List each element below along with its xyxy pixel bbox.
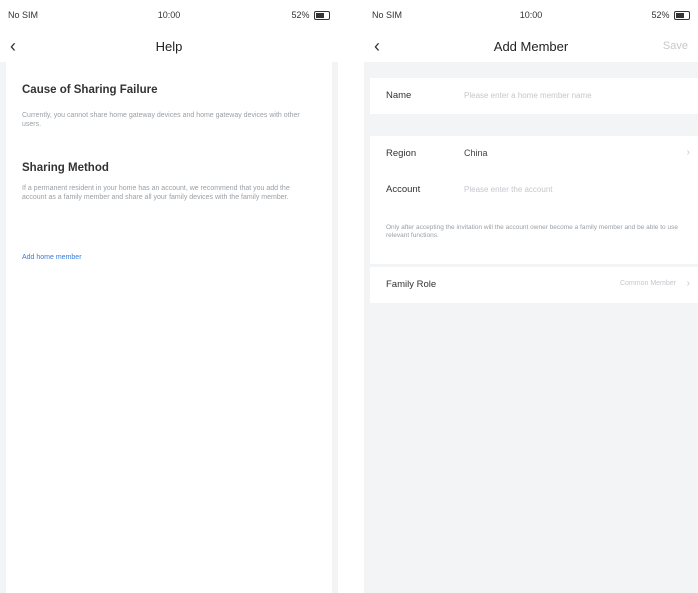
- save-button[interactable]: Save: [663, 40, 688, 52]
- role-group: Family Role Common Member ›: [370, 267, 698, 303]
- status-bar: No SIM 10:00 52%: [0, 0, 338, 30]
- section-title-sharing-method: Sharing Method: [22, 162, 109, 174]
- name-input[interactable]: [464, 86, 684, 104]
- battery-percent: 52%: [651, 10, 670, 20]
- battery-icon: [314, 11, 330, 21]
- family-role-value: Common Member: [619, 280, 676, 287]
- section-title-sharing-failure: Cause of Sharing Failure: [22, 84, 158, 96]
- add-member-screen: No SIM 10:00 52% ‹ Add Member Save Name …: [364, 0, 698, 593]
- family-role-label: Family Role: [386, 279, 437, 290]
- account-row: Account: [370, 172, 698, 208]
- nav-bar: ‹ Help: [0, 30, 338, 62]
- battery-status: 52%: [291, 10, 330, 21]
- help-screen: No SIM 10:00 52% ‹ Help Cause of Sharing…: [0, 0, 338, 593]
- status-bar: No SIM 10:00 52%: [364, 0, 698, 30]
- family-role-row[interactable]: Family Role Common Member ›: [370, 267, 698, 303]
- battery-percent: 52%: [291, 10, 310, 20]
- account-input[interactable]: [464, 180, 684, 198]
- region-row[interactable]: Region China ›: [370, 136, 698, 172]
- battery-status: 52%: [651, 10, 690, 21]
- name-row: Name: [370, 78, 698, 114]
- invitation-note: Only after accepting the invitation will…: [386, 224, 678, 239]
- page-title: Add Member: [493, 39, 569, 54]
- chevron-right-icon: ›: [686, 278, 690, 289]
- name-label: Name: [386, 90, 412, 101]
- name-group: Name: [370, 78, 698, 114]
- battery-icon: [674, 11, 690, 21]
- region-value: China: [464, 148, 488, 158]
- status-time: 10:00: [157, 10, 181, 20]
- status-time: 10:00: [519, 10, 543, 20]
- account-label: Account: [386, 184, 421, 195]
- section-text-sharing-method: If a permanent resident in your home has…: [22, 185, 290, 201]
- nav-bar: ‹ Add Member Save: [364, 30, 698, 62]
- account-group: Region China › Account Only after accept…: [370, 136, 698, 264]
- add-home-member-link[interactable]: Add home member: [22, 254, 82, 261]
- chevron-right-icon: ›: [686, 147, 690, 158]
- help-content-card: Cause of Sharing Failure Currently, you …: [6, 62, 332, 593]
- page-title: Help: [155, 39, 183, 54]
- section-text-sharing-failure: Currently, you cannot share home gateway…: [22, 112, 300, 128]
- region-label: Region: [386, 148, 417, 159]
